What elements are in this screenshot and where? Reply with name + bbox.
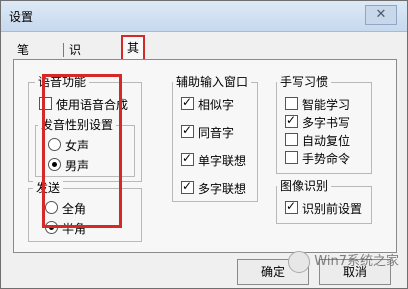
close-icon: ✕ [375,7,387,22]
single-assoc-checkbox[interactable]: 单字联想 [181,151,247,168]
auto-reset-label: 自动复位 [302,134,351,148]
tab-divider [63,43,64,57]
pre-recognition-checkbox[interactable]: 识别前设置 [285,199,363,216]
single-assoc-label: 单字联想 [198,154,247,168]
image-recognition-group: 图像识别 识别前设置 [276,178,372,224]
habit-group-title: 手写习惯 [277,74,332,90]
close-button[interactable]: ✕ [365,5,397,25]
multi-assoc-box[interactable] [181,179,194,194]
tab-pen-settings[interactable]: 笔设置 [13,41,33,93]
smart-learning-label: 智能学习 [302,98,351,112]
pre-recognition-box[interactable] [285,199,298,214]
gesture-command-box[interactable] [285,151,298,164]
smart-learning-box[interactable] [285,97,298,110]
title-bar: 设置 ✕ [1,1,407,32]
watermark: Win7系统之家 [261,250,399,278]
auto-reset-box[interactable] [285,133,298,146]
multi-char-writing-label: 多字书写 [302,116,351,130]
homophone-label: 同音字 [198,126,235,140]
auto-reset-checkbox[interactable]: 自动复位 [285,133,350,148]
multi-char-writing-checkbox[interactable]: 多字书写 [285,113,351,130]
window-title: 设置 [9,10,34,24]
pre-recognition-label: 识别前设置 [302,202,363,216]
tab-other-settings[interactable]: 其他设置 [121,35,146,121]
gesture-command-checkbox[interactable]: 手势命令 [285,151,350,166]
homophone-box[interactable] [181,123,194,138]
similar-char-checkbox[interactable]: 相似字 [181,95,235,112]
image-group-title: 图像识别 [277,178,332,194]
tab-recognition-settings[interactable]: 识别设置 [65,41,85,111]
assist-group-title: 辅助输入窗口 [173,74,252,90]
watermark-text: Win7系统之家 [314,254,399,269]
handwriting-habit-group: 手写习惯 智能学习 多字书写 自动复位 手势命令 [276,74,372,174]
similar-char-box[interactable] [181,95,194,110]
multi-assoc-checkbox[interactable]: 多字联想 [181,179,247,196]
smart-learning-checkbox[interactable]: 智能学习 [285,97,350,112]
multi-assoc-label: 多字联想 [198,182,247,196]
watermark-logo-icon [288,250,311,273]
highlight-box [42,74,122,228]
settings-panel: 语音功能 使用语音合成 发音性别设置 女声 男声 发送 全角 半角 辅助输入窗口… [13,59,397,253]
homophone-checkbox[interactable]: 同音字 [181,123,235,140]
multi-char-writing-box[interactable] [285,113,298,128]
single-assoc-box[interactable] [181,151,194,166]
assist-window-group: 辅助输入窗口 相似字 同音字 单字联想 多字联想 [172,74,258,202]
settings-window: 设置 ✕ 笔设置 识别设置 其他设置 语音功能 使用语音合成 发音性别设置 女声… [0,0,408,289]
gesture-command-label: 手势命令 [302,152,351,166]
similar-char-label: 相似字 [198,98,235,112]
